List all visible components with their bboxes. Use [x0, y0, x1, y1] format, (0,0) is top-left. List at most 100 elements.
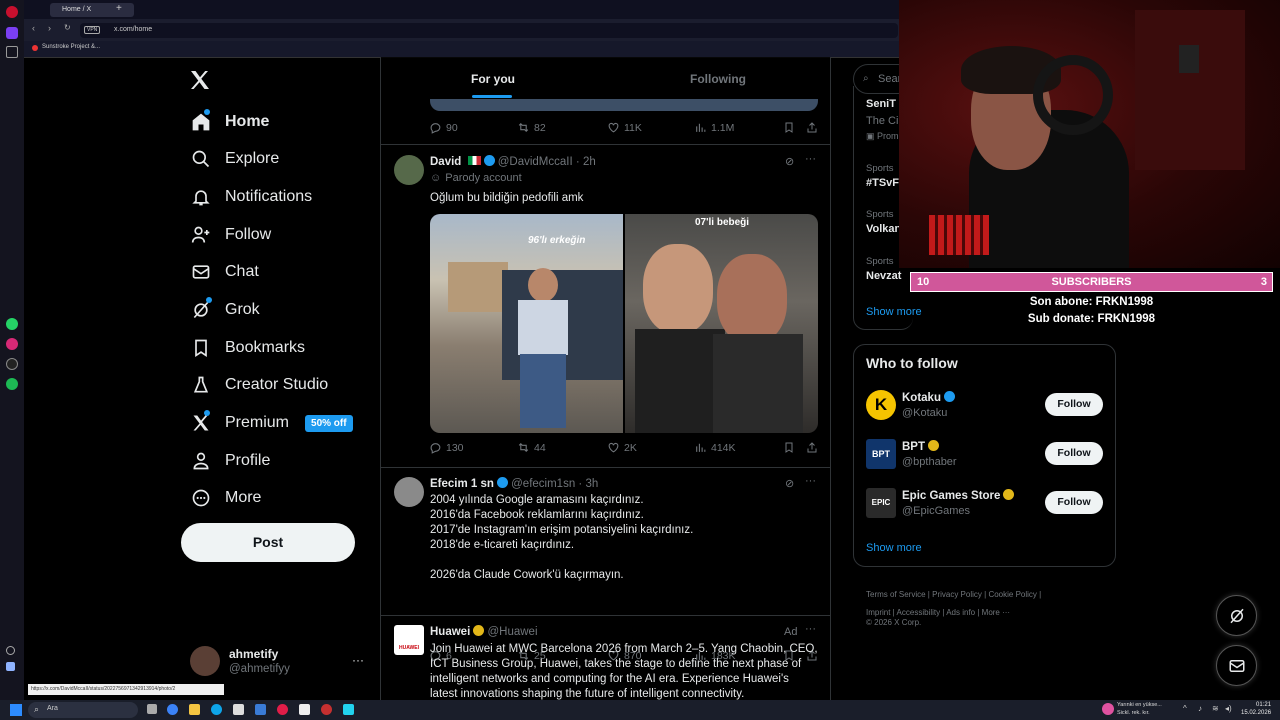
nav-home[interactable]: Home [190, 104, 269, 140]
nav-chat[interactable]: Chat [190, 254, 259, 290]
bookmark-icon[interactable] [783, 441, 795, 454]
avatar[interactable] [394, 155, 424, 185]
opera-icon[interactable] [277, 704, 288, 715]
clock[interactable]: 01:21 15.02.2026 [1241, 701, 1271, 717]
store-icon[interactable] [233, 704, 244, 715]
tweet-time[interactable]: 3h [585, 478, 598, 490]
footer-privacy[interactable]: Privacy Policy [932, 590, 982, 599]
share-icon[interactable] [806, 121, 818, 134]
file-explorer-icon[interactable] [189, 704, 200, 715]
more-icon[interactable]: ··· [805, 623, 816, 635]
windows-start-icon[interactable] [10, 704, 22, 716]
avatar[interactable] [190, 646, 220, 676]
account-name[interactable]: ahmetify [229, 647, 278, 661]
more-icon[interactable]: ··· [805, 475, 816, 487]
nav-explore[interactable]: Explore [190, 141, 279, 177]
repost-button[interactable]: 44 [517, 441, 546, 454]
x-logo-icon[interactable] [188, 68, 214, 94]
mail-app-icon[interactable] [255, 704, 266, 715]
app-icon[interactable] [343, 704, 354, 715]
account-menu-icon[interactable]: ··· [352, 653, 364, 667]
messages-float-button[interactable] [1216, 645, 1257, 686]
edge-icon[interactable] [211, 704, 222, 715]
taskbar-search[interactable]: ⌕ Ara [28, 702, 138, 718]
tab-following[interactable]: Following [690, 72, 746, 86]
bpt-avatar[interactable]: BPT [866, 439, 896, 469]
suggestion-name[interactable]: BPT [902, 440, 939, 453]
wifi-icon[interactable]: ≋ [1212, 704, 1219, 713]
grok-icon[interactable]: ⊘ [785, 155, 794, 168]
volume-icon[interactable]: ◂) [1225, 704, 1232, 713]
vpn-badge[interactable]: VPN [84, 26, 101, 34]
nav-profile[interactable]: Profile [190, 443, 270, 479]
trend-title[interactable]: SeniT [866, 98, 896, 110]
views-button[interactable]: 414K [694, 441, 736, 454]
reply-button[interactable]: 130 [429, 441, 464, 454]
tweet-media[interactable]: 96'lı erkeğin 07'li bebeği [430, 214, 818, 433]
nav-follow[interactable]: Follow [190, 217, 271, 253]
more-icon[interactable]: ··· [805, 153, 816, 165]
back-icon[interactable]: ‹ [32, 23, 35, 33]
heart-icon[interactable] [6, 646, 15, 655]
notepad-icon[interactable] [299, 704, 310, 715]
tweet[interactable]: Efecim 1 sn @efecim1sn · 3h ⊘ ··· 2004 y… [381, 468, 830, 616]
reply-button[interactable]: 90 [429, 121, 458, 134]
avatar[interactable] [394, 477, 424, 507]
spotify-icon[interactable] [6, 378, 18, 390]
like-button[interactable]: 11K [607, 121, 642, 134]
author-name[interactable]: Efecim 1 sn [430, 478, 494, 490]
follow-button[interactable]: Follow [1045, 393, 1103, 416]
show-more-follow[interactable]: Show more [866, 542, 922, 554]
home-icon[interactable] [6, 27, 18, 39]
previous-tweet-media[interactable] [430, 99, 818, 111]
app-icon[interactable] [321, 704, 332, 715]
tab-for-you[interactable]: For you [471, 72, 515, 86]
kotaku-avatar[interactable]: K [866, 390, 896, 420]
notification-icon[interactable] [1102, 703, 1114, 715]
trend-title[interactable]: #TSvF [866, 177, 899, 189]
tweet-image-2[interactable]: 07'li bebeği [625, 214, 818, 433]
history-icon[interactable] [6, 662, 15, 671]
views-button[interactable]: 1.1M [694, 121, 734, 134]
footer-terms[interactable]: Terms of Service [866, 590, 926, 599]
footer-ads[interactable]: Ads info [946, 608, 975, 617]
url-field[interactable]: VPN x.com/home [80, 23, 898, 38]
trend-title[interactable]: Nevzat [866, 270, 901, 282]
nav-creator-studio[interactable]: Creator Studio [190, 367, 328, 403]
instagram-icon[interactable] [6, 338, 18, 350]
promoted-tweet[interactable]: HUAWEI Huawei @Huawei Ad ··· Join Huawei… [381, 616, 830, 700]
tray-expand-icon[interactable]: ^ [1183, 704, 1187, 713]
post-button[interactable]: Post [181, 523, 355, 562]
star-icon[interactable] [6, 46, 18, 58]
repost-button[interactable]: 82 [517, 121, 546, 134]
huawei-logo[interactable]: HUAWEI [394, 625, 424, 655]
notification-preview[interactable]: Yarınki en yükse... Sickl. rek. kır. [1117, 701, 1162, 717]
x-app-icon[interactable] [6, 358, 18, 370]
bookmark-icon[interactable] [783, 121, 795, 134]
follow-button[interactable]: Follow [1045, 491, 1103, 514]
footer-more[interactable]: More ··· [982, 608, 1010, 617]
suggestion-name[interactable]: Kotaku [902, 391, 955, 404]
task-view-icon[interactable] [147, 704, 157, 714]
mic-icon[interactable]: ♪ [1198, 704, 1202, 713]
forward-icon[interactable]: › [48, 23, 51, 33]
whatsapp-icon[interactable] [6, 318, 18, 330]
new-tab-icon[interactable]: + [116, 3, 122, 14]
footer-cookies[interactable]: Cookie Policy [988, 590, 1036, 599]
like-button[interactable]: 2K [607, 441, 637, 454]
opera-logo-icon[interactable] [6, 6, 18, 18]
share-icon[interactable] [806, 441, 818, 454]
tweet-time[interactable]: 2h [583, 156, 596, 168]
grok-icon[interactable]: ⊘ [785, 477, 794, 490]
nav-more[interactable]: More [190, 480, 261, 516]
footer-imprint[interactable]: Imprint [866, 608, 890, 617]
author-name[interactable]: Huawei [430, 626, 470, 638]
tweet-image-1[interactable]: 96'lı erkeğin [430, 214, 623, 433]
nav-notifications[interactable]: Notifications [190, 179, 312, 215]
grok-float-button[interactable] [1216, 595, 1257, 636]
footer-accessibility[interactable]: Accessibility [897, 608, 941, 617]
tweet[interactable]: David @DavidMccaII · 2h ⊘ ··· ☺ Parody ac… [381, 145, 830, 467]
follow-button[interactable]: Follow [1045, 442, 1103, 465]
reload-icon[interactable]: ↻ [64, 23, 71, 32]
trend-title[interactable]: Volkan [866, 223, 901, 235]
